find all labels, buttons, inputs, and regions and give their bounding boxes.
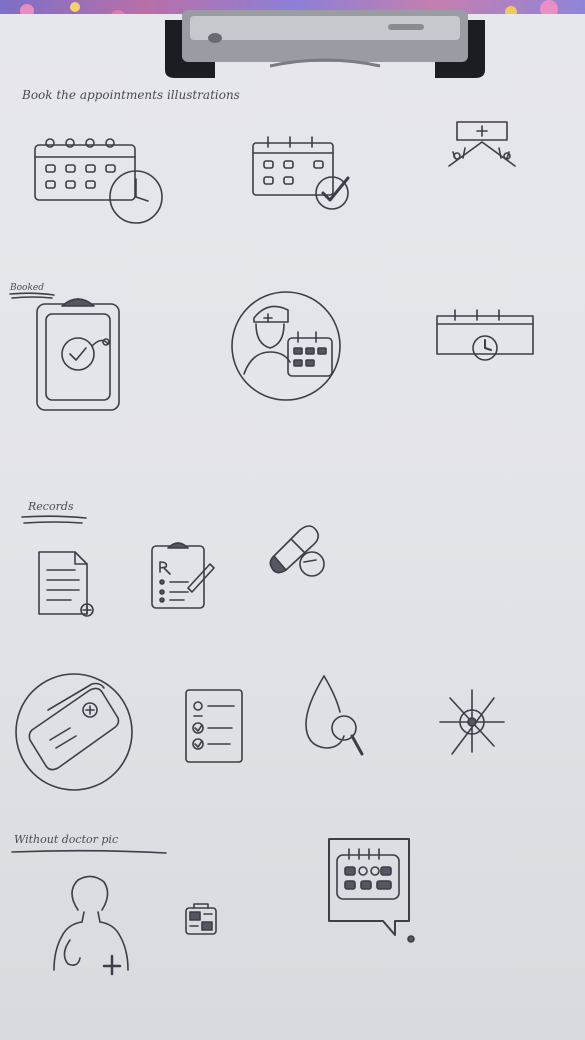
- clipboard-clip: [165, 10, 485, 78]
- photo: Book the appointments illustrations Book…: [0, 0, 585, 1040]
- underline-without-doctor: [11, 849, 167, 854]
- calendar-clock-icon: [34, 138, 163, 224]
- virus-icon: [439, 689, 505, 755]
- checklist-icon: [185, 689, 243, 763]
- clipboard-stethoscope-icon: [36, 298, 120, 411]
- blood-drop-search-icon: [305, 675, 364, 756]
- heading-records: Records: [28, 500, 74, 513]
- document-plus-icon: [38, 551, 94, 617]
- medical-card-icon: [15, 673, 133, 791]
- heading-without-doctor: Without doctor pic: [14, 833, 119, 846]
- heading-book-appointments: Book the appointments illustrations: [22, 88, 240, 102]
- doctor-silhouette-icon: [53, 875, 129, 976]
- calendar-chat-icon: [328, 838, 415, 943]
- prescription-clipboard-icon: [151, 542, 215, 609]
- clinic-roof-icon: [448, 121, 516, 167]
- medical-bag-icon: [185, 903, 217, 935]
- doctor-calendar-icon: [231, 291, 341, 401]
- calendar-check-icon: [252, 136, 350, 210]
- underline-records: [21, 515, 87, 524]
- pill-capsule-icon: [269, 525, 325, 577]
- calendar-clock-strip-icon: [436, 309, 534, 361]
